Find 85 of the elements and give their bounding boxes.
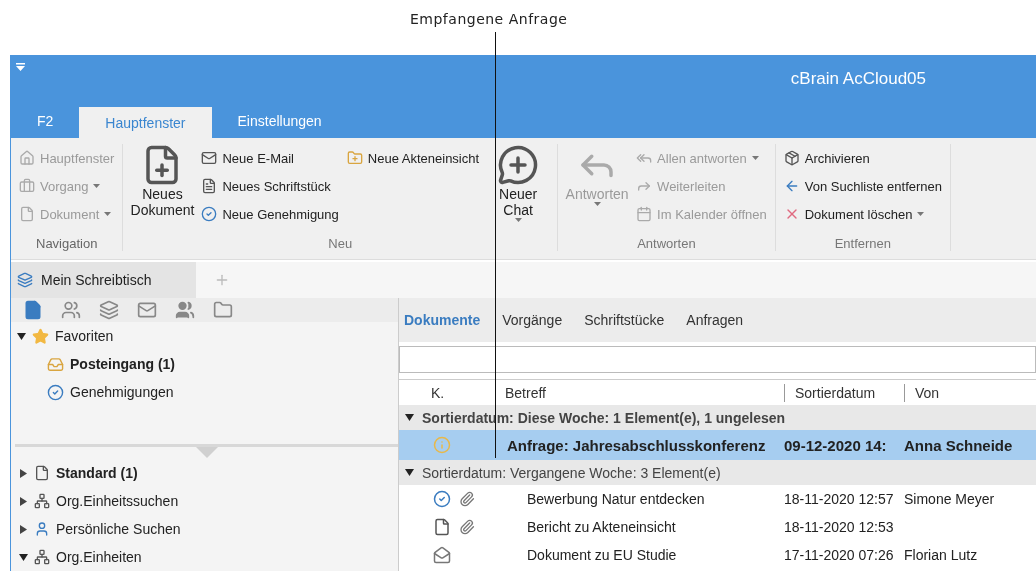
network-icon xyxy=(34,549,50,565)
window-title: cBrain AcCloud05 xyxy=(790,69,926,89)
sender-cell-text: Simone Meyer xyxy=(904,491,996,507)
collapse-arrow-icon[interactable] xyxy=(17,331,26,341)
tree-item[interactable]: Org.Einheitssuchen xyxy=(11,487,398,515)
group-label: Antworten xyxy=(636,236,697,251)
list-tab[interactable]: Vorgänge xyxy=(502,312,563,328)
stack-icon[interactable] xyxy=(99,300,119,321)
list-tab[interactable]: Schriftstücke xyxy=(584,312,665,328)
mail-icon[interactable] xyxy=(137,300,157,321)
ribbon-button[interactable]: Von Suchliste entfernen xyxy=(783,172,943,200)
column-header[interactable]: K. xyxy=(399,383,459,402)
document-icon xyxy=(433,518,451,536)
tree-item[interactable]: Posteingang (1) xyxy=(11,350,398,379)
column-header[interactable]: Von xyxy=(904,383,1036,402)
document-tab[interactable]: Mein Schreibtisch xyxy=(11,262,196,298)
tree-item[interactable]: Favoriten xyxy=(11,322,398,351)
list-tab[interactable]: Dokumente xyxy=(404,312,481,328)
home-icon xyxy=(19,150,35,166)
document-icon[interactable] xyxy=(23,300,43,321)
subject-cell-text: Bewerbung Natur entdecken xyxy=(526,491,706,507)
subject-cell-text: Dokument zu EU Studie xyxy=(526,547,678,563)
mail-icon xyxy=(433,546,451,564)
document-icon xyxy=(201,178,218,194)
sender-cell-text: Anna Schneide xyxy=(904,436,1014,454)
inbox-icon xyxy=(47,355,64,373)
document-row[interactable]: Bericht zu Akteneinsicht 18-11-2020 12:53 xyxy=(399,513,1036,541)
collapse-arrow-icon[interactable] xyxy=(405,468,414,477)
tree-item[interactable]: Persönliche Suchen xyxy=(11,515,398,543)
folder-icon[interactable] xyxy=(213,300,233,321)
tree-item[interactable]: Genehmigungen xyxy=(11,378,398,407)
briefcase-icon xyxy=(19,178,35,194)
sender-cell-text: Florian Lutz xyxy=(904,547,979,563)
info-badge-icon xyxy=(433,436,451,454)
callout-label: Empfangene Anfrage xyxy=(410,11,568,27)
calendar-icon xyxy=(636,206,653,222)
menu-icon[interactable] xyxy=(16,63,25,71)
column-header[interactable]: Sortierdatum xyxy=(784,383,904,402)
date-cell-text: 18-11-2020 12:53 xyxy=(784,519,895,535)
subject-cell-text: Bericht zu Akteneinsicht xyxy=(526,519,677,535)
group-label: Entfernen xyxy=(833,236,893,251)
date-cell-text: 17-11-2020 07:26 xyxy=(784,547,895,563)
expand-arrow-icon[interactable] xyxy=(19,468,28,478)
ribbon-button[interactable]: Neues Schriftstück xyxy=(201,172,339,200)
checkmark-icon xyxy=(433,490,451,508)
desk-icon xyxy=(17,272,33,288)
checkmark-icon xyxy=(47,383,64,401)
folder-plus-icon xyxy=(346,150,363,166)
document-icon xyxy=(19,206,35,222)
ribbon-button[interactable]: Neue Genehmigung xyxy=(201,200,339,228)
document-row[interactable]: Dokument zu EU Studie 17-11-2020 07:26 Florian Lutz xyxy=(399,541,1036,569)
date-cell-text: 18-11-2020 12:57 xyxy=(784,491,895,507)
search-field[interactable] xyxy=(399,346,1036,373)
group-label: Navigation xyxy=(35,236,99,251)
group-header[interactable]: Sortierdatum: Vergangene Woche: 3 Element(e) xyxy=(399,460,1036,485)
checkmark-icon xyxy=(201,206,218,222)
column-header[interactable]: Betreff xyxy=(499,383,784,402)
ribbon-button[interactable]: Neues Dokument xyxy=(131,144,194,218)
date-cell-text: 09-12-2020 14: xyxy=(784,436,888,454)
ribbon-button[interactable]: Neue Akteneinsicht xyxy=(346,144,480,172)
document-row[interactable]: Anfrage: Jahresabschlusskonferenz 09-12-2020 14: Anna Schneide xyxy=(399,430,1036,460)
box-icon xyxy=(783,150,800,166)
subject-cell-text: Anfrage: Jahresabschlusskonferenz xyxy=(506,436,767,454)
ribbon-button[interactable]: Archivieren xyxy=(783,144,943,172)
document-row[interactable]: Bewerbung Natur entdecken 18-11-2020 12:57 Simone Meyer xyxy=(399,485,1036,513)
group-label: Sortierdatum: Vergangene Woche: 3 Element(e) xyxy=(422,464,721,481)
ribbon-button[interactable]: Neuer Chat xyxy=(487,144,550,222)
mail-icon xyxy=(201,150,218,166)
ribbon-button[interactable]: Neue E-Mail xyxy=(201,144,339,172)
person-icon xyxy=(34,521,50,537)
group-label: Neu xyxy=(327,236,354,251)
network-icon xyxy=(34,493,50,509)
document-icon xyxy=(34,465,50,481)
tree-item[interactable]: Standard (1) xyxy=(11,459,398,487)
tree-item[interactable]: Org.Einheiten xyxy=(11,543,398,571)
chat-plus-icon xyxy=(497,144,540,186)
people-icon[interactable] xyxy=(175,300,195,321)
star-icon xyxy=(32,327,49,345)
collapse-arrow-icon[interactable] xyxy=(405,413,414,422)
collapse-arrow-icon[interactable] xyxy=(19,552,28,562)
expand-arrow-icon[interactable] xyxy=(19,524,28,534)
people-icon[interactable] xyxy=(61,300,81,321)
expand-arrow-icon[interactable] xyxy=(19,496,28,506)
list-tab[interactable]: Anfragen xyxy=(686,312,744,328)
ribbon-button[interactable]: Dokument löschen xyxy=(783,200,943,228)
